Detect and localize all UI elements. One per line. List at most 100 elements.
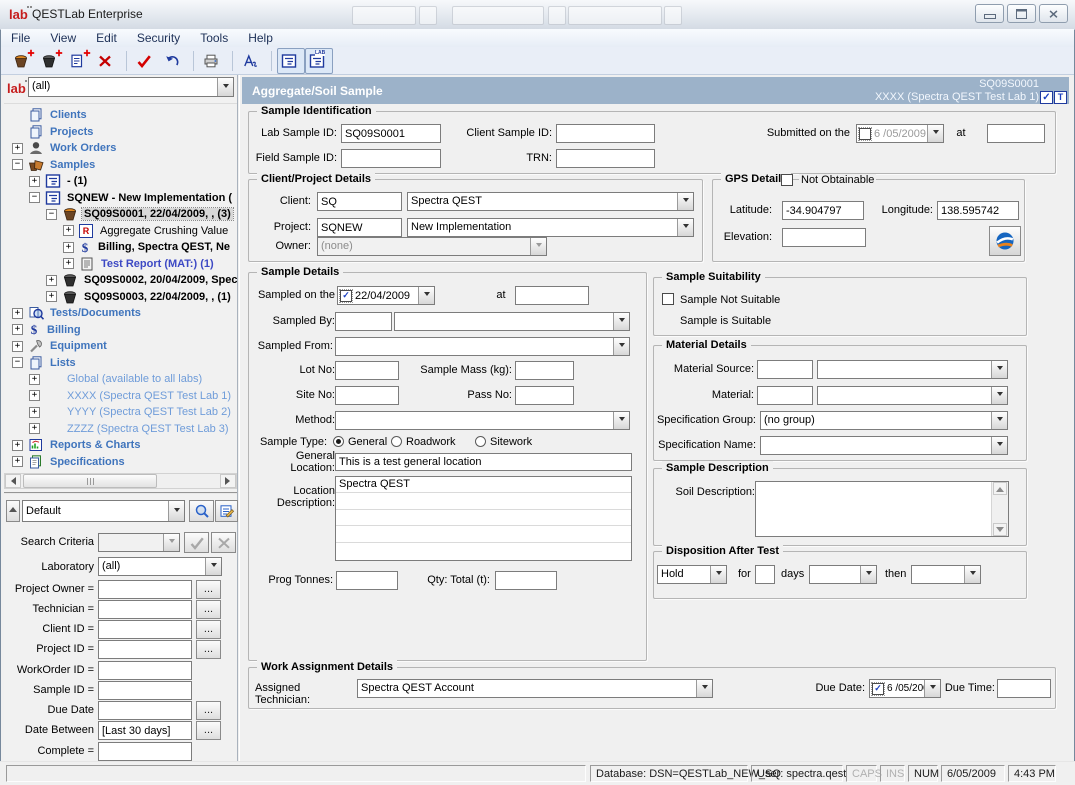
tree-item-reports-charts[interactable]: Reports & Charts [4, 437, 237, 454]
due-date-checkbox[interactable] [872, 683, 884, 695]
scrollbar-thumb[interactable] [23, 474, 157, 488]
project-id-browse-button[interactable]: ... [196, 640, 221, 659]
tree-expander[interactable] [29, 407, 40, 418]
submitted-date-picker[interactable]: 6 /05/2009 [856, 124, 944, 143]
client-sample-id-input[interactable] [556, 124, 655, 143]
sampled-date-picker[interactable]: 22/04/2009 [337, 286, 435, 305]
project-owner-input[interactable] [98, 580, 192, 599]
criteria-apply-button[interactable] [184, 532, 209, 553]
tree-expander[interactable] [29, 176, 40, 187]
tree-expander[interactable] [29, 390, 40, 401]
scroll-down-button[interactable] [993, 523, 1007, 536]
tree-item-samples[interactable]: Samples [4, 157, 237, 174]
longitude-input[interactable] [937, 201, 1019, 220]
tree-expander[interactable] [63, 258, 74, 269]
tree-view-button[interactable] [277, 48, 305, 74]
technician-input[interactable] [98, 600, 192, 619]
qty-total-input[interactable] [495, 571, 557, 590]
due-date-browse-button[interactable]: ... [196, 701, 221, 720]
tree-item-clients[interactable]: Clients [4, 107, 237, 124]
add-work-order-button[interactable] [37, 48, 65, 74]
delete-button[interactable] [93, 48, 121, 74]
undo-button[interactable] [160, 48, 188, 74]
tree-expander[interactable] [12, 357, 23, 368]
scroll-right-button[interactable] [220, 474, 236, 488]
material-source-code-input[interactable] [757, 360, 813, 379]
tree-item-billing-entry[interactable]: $Billing, Spectra QEST, Ne [4, 239, 237, 256]
tree-item-equipment[interactable]: Equipment [4, 338, 237, 355]
latitude-input[interactable] [782, 201, 864, 220]
project-owner-browse-button[interactable]: ... [196, 580, 221, 599]
material-select[interactable] [817, 386, 1008, 405]
criteria-clear-button[interactable] [211, 532, 236, 553]
tree-expander[interactable] [46, 275, 57, 286]
tree-expander[interactable] [46, 209, 57, 220]
tree-item-tests-documents[interactable]: Tests/Documents [4, 305, 237, 322]
tree-item-lists[interactable]: Lists [4, 355, 237, 372]
disposition-days-input[interactable] [755, 565, 775, 584]
tree-item-sqnew-project[interactable]: SQNEW - New Implementation ( [4, 190, 237, 207]
client-name-select[interactable]: Spectra QEST [407, 192, 694, 211]
scroll-up-button[interactable] [993, 482, 1007, 495]
tree-expander[interactable] [12, 456, 23, 467]
field-sample-id-input[interactable] [341, 149, 441, 168]
sampled-by-select[interactable] [394, 312, 630, 331]
sample-type-general-radio[interactable] [333, 436, 344, 447]
location-description-input[interactable]: Spectra QEST [335, 476, 632, 561]
pass-no-input[interactable] [515, 386, 574, 405]
due-date-picker[interactable]: 6 /05/2009 [869, 679, 941, 698]
sample-id-input[interactable] [98, 681, 192, 700]
tree-expander[interactable] [12, 308, 23, 319]
lot-no-input[interactable] [335, 361, 399, 380]
new-document-button[interactable] [65, 48, 93, 74]
search-criteria-select[interactable] [98, 533, 180, 552]
date-between-input[interactable] [98, 721, 192, 740]
sample-type-sitework-radio[interactable] [475, 436, 486, 447]
client-id-browse-button[interactable]: ... [196, 620, 221, 639]
lab-sample-id-input[interactable] [341, 124, 441, 143]
complete-input[interactable] [98, 742, 192, 761]
elevation-input[interactable] [782, 228, 866, 247]
edit-search-button[interactable] [215, 500, 238, 522]
site-no-input[interactable] [335, 386, 399, 405]
lab-filter-select[interactable]: (all) [28, 77, 234, 97]
tree-item-specifications[interactable]: Specifications [4, 454, 237, 471]
tree-expander[interactable] [12, 324, 23, 335]
method-select[interactable] [335, 411, 630, 430]
project-id-input[interactable] [98, 640, 192, 659]
submitted-time-input[interactable] [987, 124, 1045, 143]
tree-item-sample-sq09s0001[interactable]: SQ09S0001, 22/04/2009, , (3) [4, 206, 237, 223]
tree-item-test-report[interactable]: Test Report (MAT:) (1) [4, 256, 237, 273]
project-name-select[interactable]: New Implementation [407, 218, 694, 237]
disposition-days-unit-select[interactable] [809, 565, 877, 584]
tree-expander[interactable] [29, 423, 40, 434]
client-id-input[interactable] [98, 620, 192, 639]
menu-tools[interactable]: Tools [190, 31, 238, 45]
tree-item-billing[interactable]: $Billing [4, 322, 237, 339]
sampled-by-code-input[interactable] [335, 312, 392, 331]
tree-item-aggregate-crushing-value[interactable]: RAggregate Crushing Value [4, 223, 237, 240]
disposition-then-select[interactable] [911, 565, 981, 584]
tree-expander[interactable] [12, 440, 23, 451]
tree-expander[interactable] [12, 341, 23, 352]
owner-select[interactable]: (none) [317, 237, 547, 256]
close-button[interactable] [1039, 4, 1068, 23]
submitted-date-checkbox[interactable] [859, 128, 871, 140]
sample-not-suitable-checkbox[interactable] [662, 293, 674, 305]
material-code-input[interactable] [757, 386, 813, 405]
disposition-action-select[interactable]: Hold [657, 565, 727, 584]
trn-input[interactable] [556, 149, 655, 168]
prog-tonnes-input[interactable] [336, 571, 398, 590]
lab-tree-view-button[interactable]: LAB [305, 48, 333, 74]
tree-item-sample-sq09s0002[interactable]: SQ09S0002, 20/04/2009, Spec [4, 272, 237, 289]
spell-check-button[interactable] [238, 48, 266, 74]
google-earth-button[interactable] [989, 226, 1021, 256]
run-search-button[interactable] [189, 500, 214, 522]
project-code-input[interactable] [317, 218, 402, 237]
specification-group-select[interactable]: (no group) [760, 411, 1008, 430]
menu-file[interactable]: File [1, 31, 40, 45]
tree-item-work-orders[interactable]: Work Orders [4, 140, 237, 157]
sample-type-roadwork-radio[interactable] [391, 436, 402, 447]
header-t-button[interactable]: T [1054, 91, 1067, 104]
textarea-scrollbar[interactable] [991, 482, 1008, 536]
